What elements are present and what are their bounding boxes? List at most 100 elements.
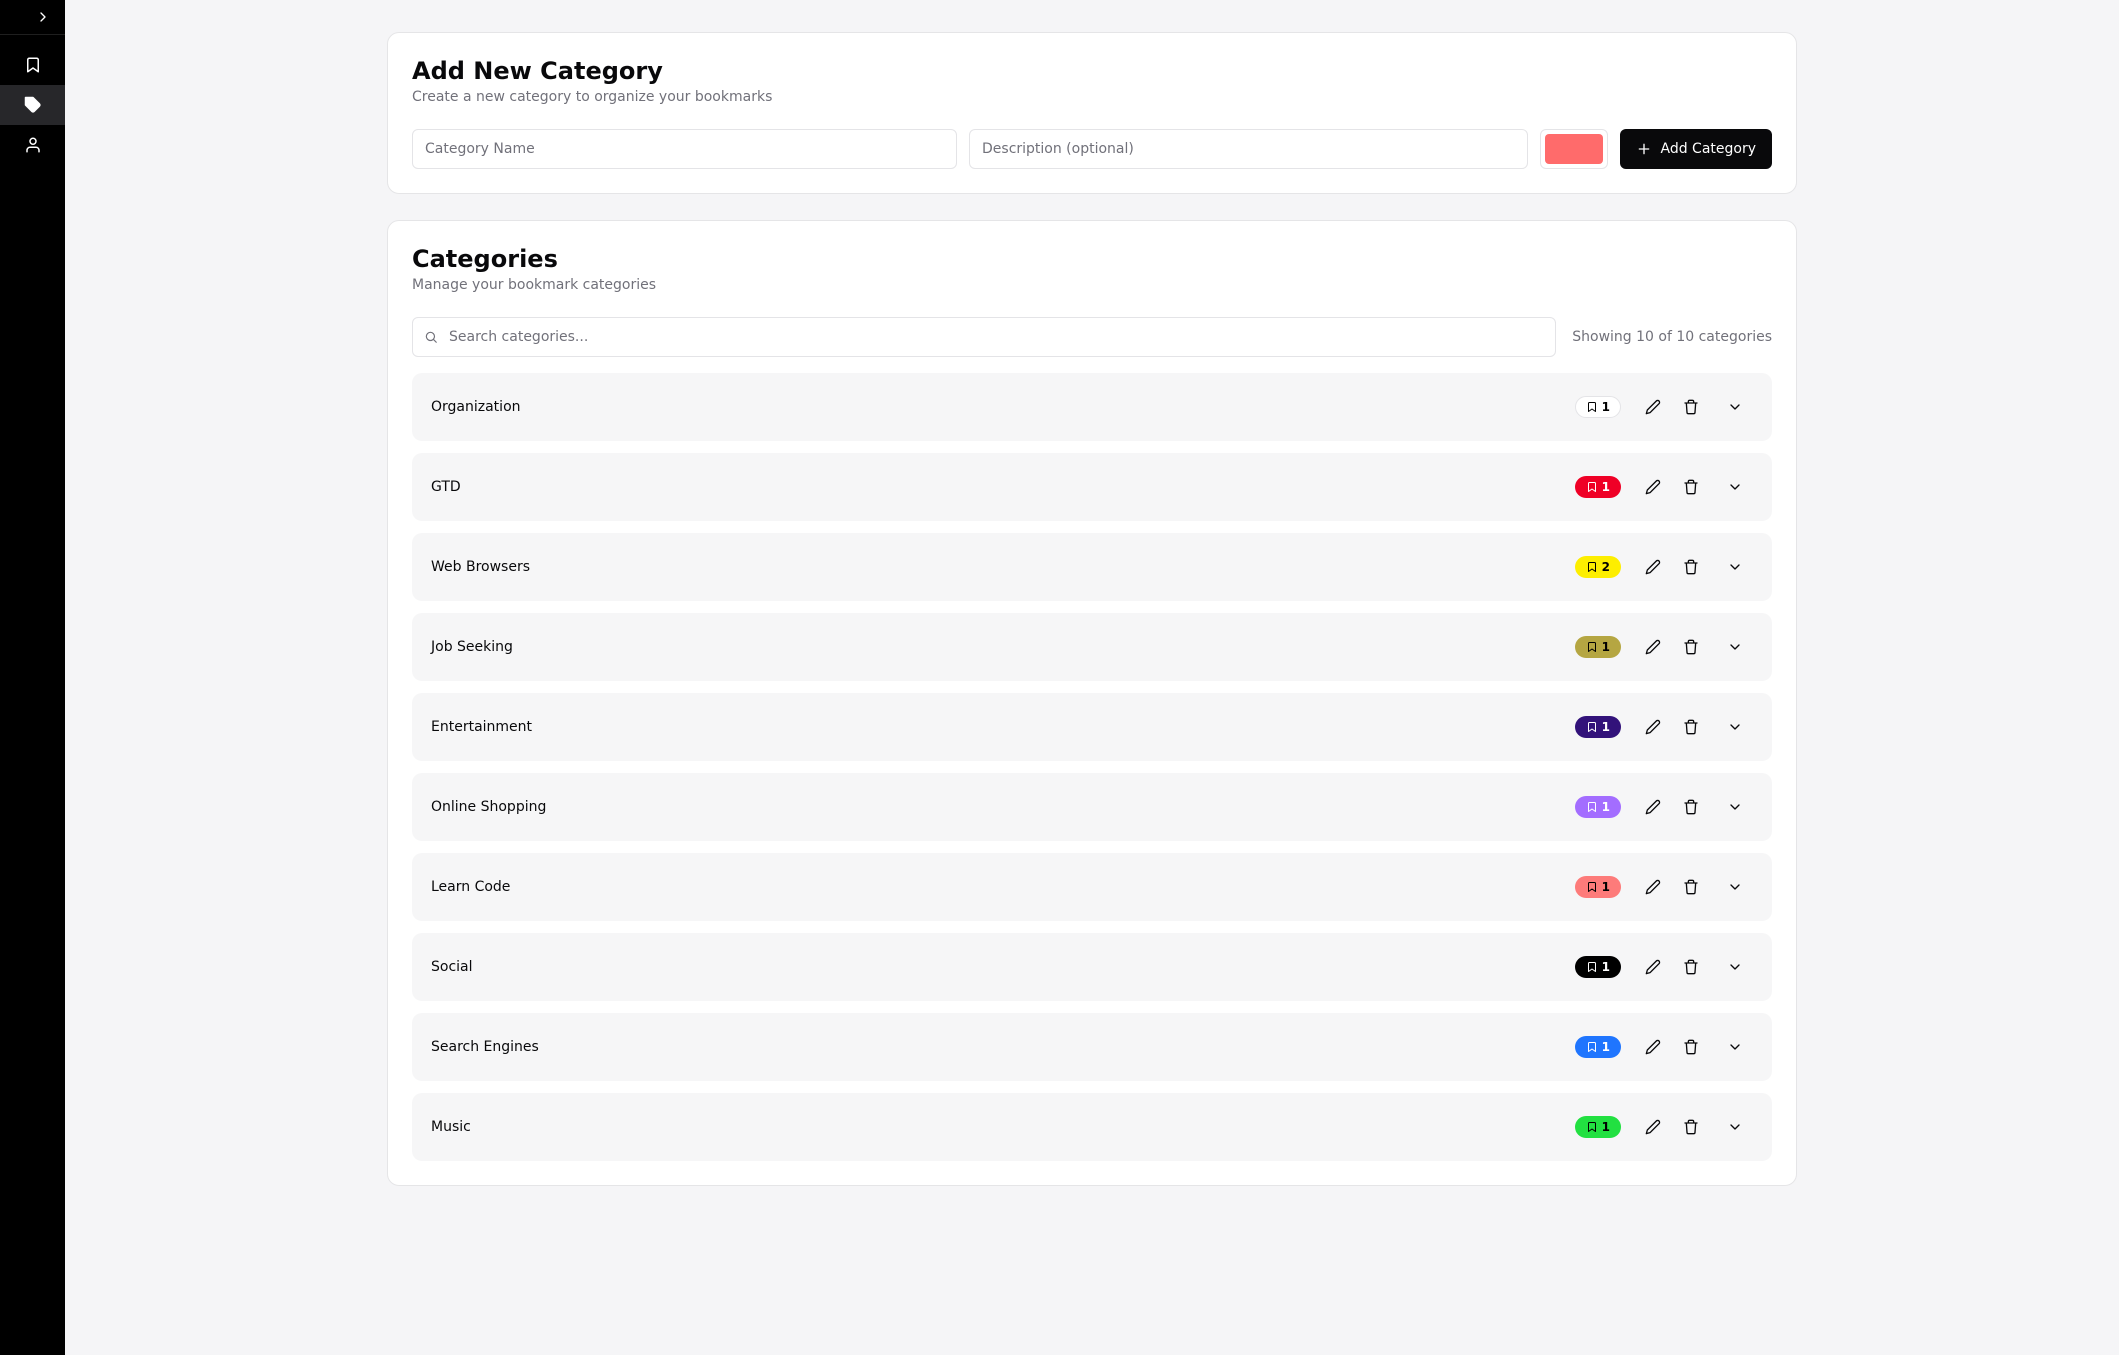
chevron-down-icon (1727, 719, 1743, 735)
bookmark-count: 1 (1602, 880, 1610, 894)
pencil-icon (1645, 799, 1661, 815)
bookmark-count: 1 (1602, 640, 1610, 654)
bookmark-count: 1 (1602, 400, 1610, 414)
edit-category-button[interactable] (1635, 869, 1671, 905)
plus-icon (1636, 141, 1652, 157)
category-actions: 1 (1575, 1029, 1753, 1065)
category-list: Organization1GTD1Web Browsers2Job Seekin… (412, 373, 1772, 1161)
pencil-icon (1645, 559, 1661, 575)
delete-category-button[interactable] (1673, 469, 1709, 505)
expand-category-button[interactable] (1717, 549, 1753, 585)
search-categories-input[interactable] (412, 317, 1556, 357)
user-icon (24, 136, 42, 154)
category-name-input[interactable] (412, 129, 957, 169)
trash-icon (1683, 799, 1699, 815)
delete-category-button[interactable] (1673, 709, 1709, 745)
chevron-down-icon (1727, 479, 1743, 495)
delete-category-button[interactable] (1673, 389, 1709, 425)
category-actions: 1 (1575, 629, 1753, 665)
bookmark-count: 1 (1602, 800, 1610, 814)
sidebar-item-bookmarks[interactable] (0, 45, 65, 85)
bookmark-count-badge: 1 (1575, 1116, 1621, 1138)
chevron-down-icon (1727, 1119, 1743, 1135)
delete-category-button[interactable] (1673, 869, 1709, 905)
category-actions: 1 (1575, 1109, 1753, 1145)
bookmark-icon (1586, 561, 1598, 573)
expand-category-button[interactable] (1717, 949, 1753, 985)
categories-card: Categories Manage your bookmark categori… (387, 220, 1797, 1186)
expand-category-button[interactable] (1717, 709, 1753, 745)
bookmark-count: 1 (1602, 720, 1610, 734)
edit-category-button[interactable] (1635, 549, 1671, 585)
tag-icon (24, 96, 42, 114)
bookmark-count: 1 (1602, 960, 1610, 974)
bookmark-icon (1586, 801, 1598, 813)
category-desc-input[interactable] (969, 129, 1528, 169)
bookmark-count: 1 (1602, 1040, 1610, 1054)
category-row: Social1 (412, 933, 1772, 1001)
trash-icon (1683, 1039, 1699, 1055)
pencil-icon (1645, 399, 1661, 415)
expand-category-button[interactable] (1717, 469, 1753, 505)
bookmark-count: 1 (1602, 1120, 1610, 1134)
edit-category-button[interactable] (1635, 1029, 1671, 1065)
category-name: Job Seeking (431, 639, 513, 655)
delete-category-button[interactable] (1673, 949, 1709, 985)
bookmark-icon (1586, 641, 1598, 653)
chevron-right-icon (35, 9, 51, 25)
bookmark-icon (1586, 721, 1598, 733)
trash-icon (1683, 479, 1699, 495)
bookmark-icon (1586, 481, 1598, 493)
sidebar-item-categories[interactable] (0, 85, 65, 125)
delete-category-button[interactable] (1673, 629, 1709, 665)
expand-category-button[interactable] (1717, 789, 1753, 825)
expand-category-button[interactable] (1717, 1109, 1753, 1145)
edit-category-button[interactable] (1635, 789, 1671, 825)
expand-category-button[interactable] (1717, 389, 1753, 425)
category-actions: 1 (1575, 869, 1753, 905)
category-row: Music1 (412, 1093, 1772, 1161)
category-name: Online Shopping (431, 799, 546, 815)
category-actions: 1 (1575, 389, 1753, 425)
sidebar-item-profile[interactable] (0, 125, 65, 165)
category-row: Online Shopping 1 (412, 773, 1772, 841)
edit-category-button[interactable] (1635, 389, 1671, 425)
category-row: Organization1 (412, 373, 1772, 441)
edit-category-button[interactable] (1635, 469, 1671, 505)
chevron-down-icon (1727, 879, 1743, 895)
category-color-input[interactable] (1540, 129, 1608, 169)
categories-toolbar: Showing 10 of 10 categories (412, 317, 1772, 357)
bookmark-icon (1586, 961, 1598, 973)
search-wrap (412, 317, 1556, 357)
sidebar-group (0, 45, 65, 165)
edit-category-button[interactable] (1635, 949, 1671, 985)
category-actions: 1 (1575, 949, 1753, 985)
add-category-title: Add New Category (412, 57, 1772, 85)
expand-category-button[interactable] (1717, 869, 1753, 905)
pencil-icon (1645, 639, 1661, 655)
expand-category-button[interactable] (1717, 1029, 1753, 1065)
delete-category-button[interactable] (1673, 1029, 1709, 1065)
delete-category-button[interactable] (1673, 1109, 1709, 1145)
bookmark-icon (1586, 881, 1598, 893)
category-name: Learn Code (431, 879, 510, 895)
delete-category-button[interactable] (1673, 789, 1709, 825)
trash-icon (1683, 399, 1699, 415)
expand-category-button[interactable] (1717, 629, 1753, 665)
sidebar-expand-button[interactable] (0, 0, 65, 35)
edit-category-button[interactable] (1635, 629, 1671, 665)
add-category-button-label: Add Category (1660, 141, 1756, 157)
bookmark-count: 1 (1602, 480, 1610, 494)
pencil-icon (1645, 479, 1661, 495)
category-row: Job Seeking 1 (412, 613, 1772, 681)
chevron-down-icon (1727, 799, 1743, 815)
add-category-button[interactable]: Add Category (1620, 129, 1772, 169)
delete-category-button[interactable] (1673, 549, 1709, 585)
bookmark-icon (1586, 1041, 1598, 1053)
edit-category-button[interactable] (1635, 1109, 1671, 1145)
category-actions: 1 (1575, 709, 1753, 745)
content: Add New Category Create a new category t… (387, 32, 1797, 1186)
bookmark-count-badge: 1 (1575, 636, 1621, 658)
trash-icon (1683, 1119, 1699, 1135)
edit-category-button[interactable] (1635, 709, 1671, 745)
